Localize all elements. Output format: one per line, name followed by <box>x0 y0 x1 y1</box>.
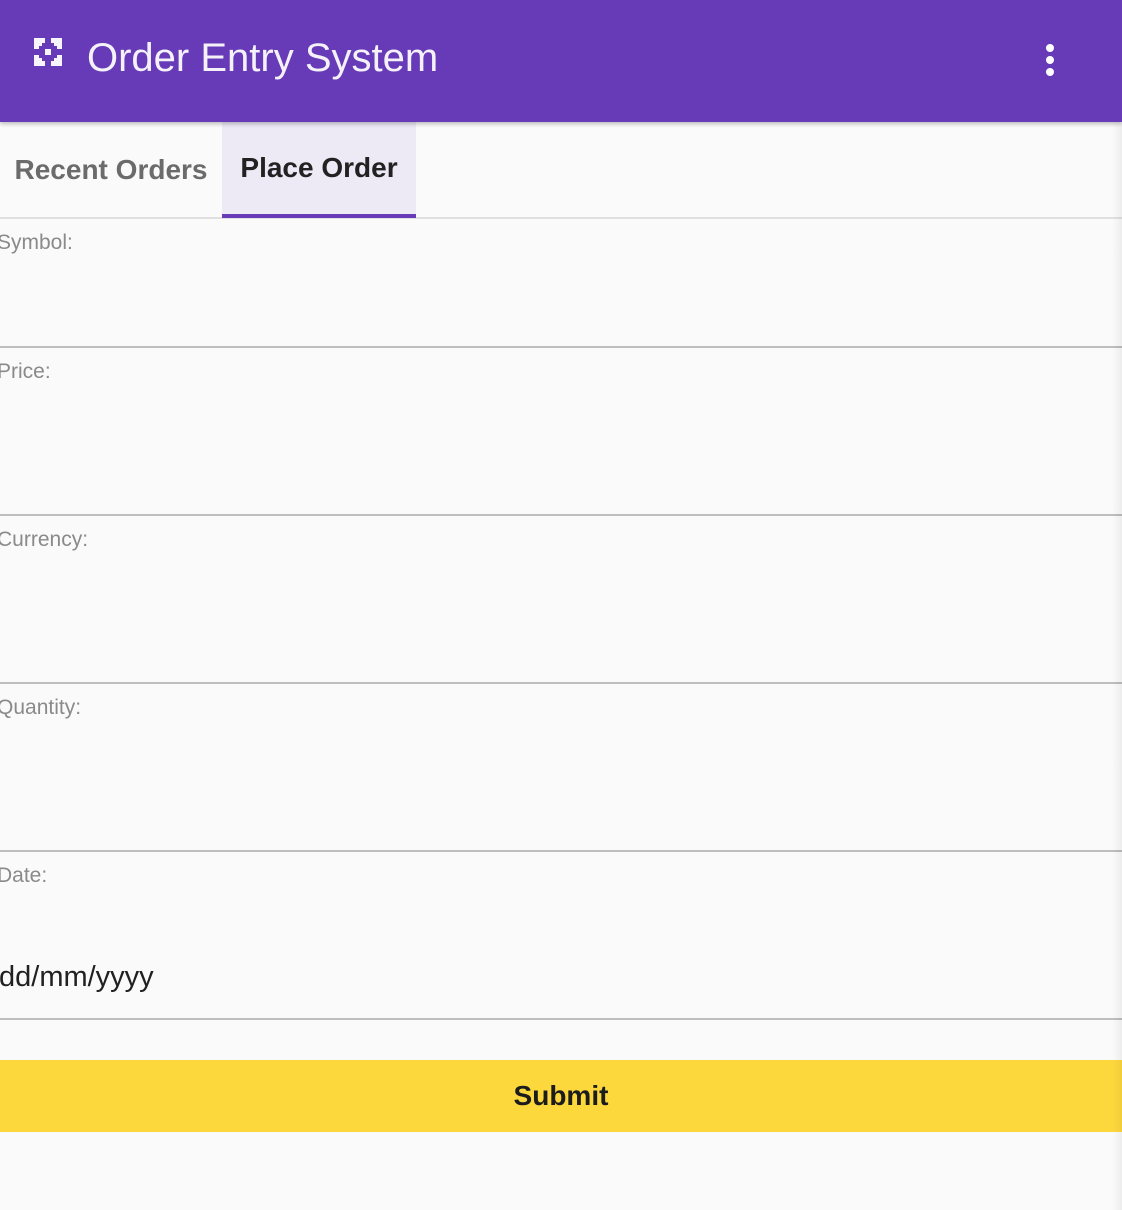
quantity-input[interactable] <box>0 786 1122 842</box>
more-vert-icon-dot <box>1046 56 1054 64</box>
symbol-label: Symbol: <box>0 231 73 254</box>
price-field: Price: <box>0 348 1122 516</box>
tab-place-order[interactable]: Place Order <box>222 122 416 218</box>
price-input[interactable] <box>0 450 1122 506</box>
symbol-input[interactable] <box>0 282 1122 338</box>
submit-button[interactable]: Submit <box>0 1060 1122 1132</box>
quantity-field: Quantity: <box>0 684 1122 852</box>
date-field: Date: dd/mm/yyyy <box>0 852 1122 1020</box>
price-label: Price: <box>0 360 51 383</box>
quantity-label: Quantity: <box>0 696 82 719</box>
symbol-field: Symbol: <box>0 219 1122 348</box>
more-options-button[interactable] <box>1026 36 1074 84</box>
date-input[interactable] <box>0 954 1122 1010</box>
app-title: Order Entry System <box>87 36 439 80</box>
tab-recent-orders[interactable]: Recent Orders <box>0 122 222 217</box>
more-vert-icon-dot <box>1046 68 1054 76</box>
currency-label: Currency: <box>0 528 89 551</box>
date-label: Date: <box>0 864 48 887</box>
tab-bar: Recent Orders Place Order <box>0 122 1122 219</box>
app-bar: Order Entry System <box>0 0 1122 122</box>
app-logo-icon <box>34 38 62 66</box>
currency-field: Currency: <box>0 516 1122 684</box>
more-vert-icon <box>1046 44 1054 52</box>
currency-input[interactable] <box>0 618 1122 674</box>
place-order-form: Symbol: Price: Currency: Quantity: Date:… <box>0 219 1122 1020</box>
